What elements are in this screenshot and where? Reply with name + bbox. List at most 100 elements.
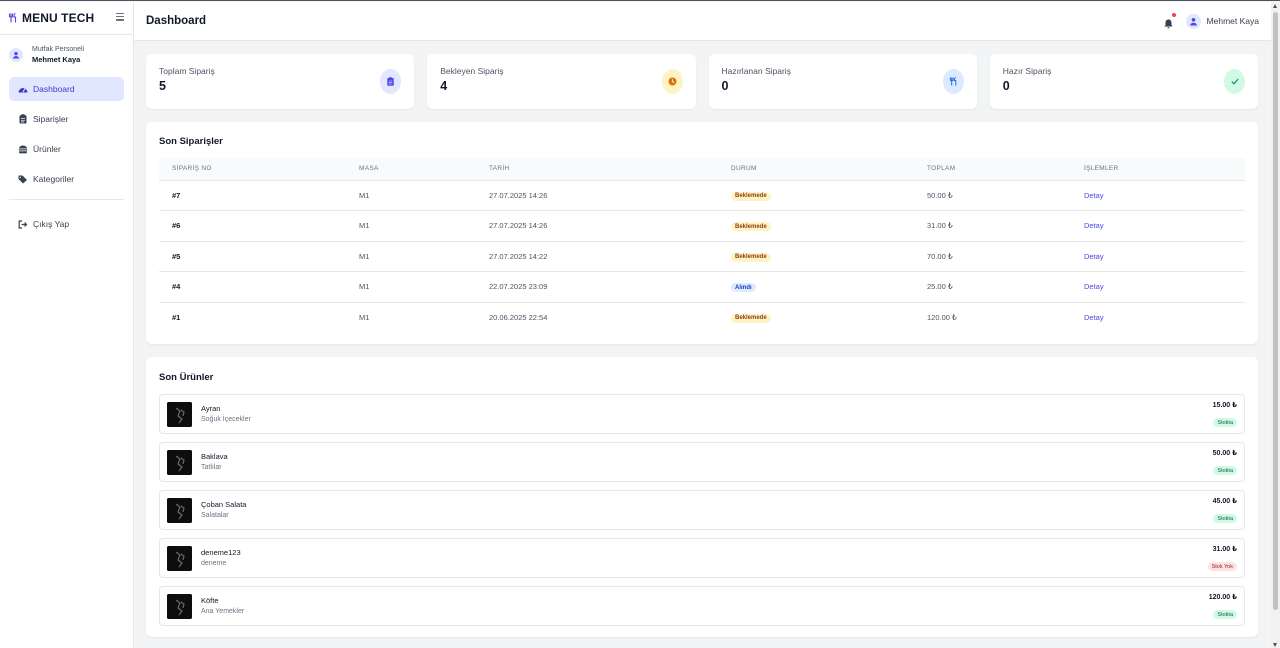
detail-link[interactable]: Detay — [1084, 252, 1104, 261]
product-category: deneme — [201, 560, 227, 567]
status-badge: Beklemede — [731, 222, 771, 231]
order-date: 20.06.2025 22:54 — [489, 313, 548, 322]
sidebar-item-products[interactable]: Ürünler — [9, 137, 124, 161]
order-no: #5 — [172, 251, 181, 261]
status-badge: Beklemede — [731, 313, 771, 323]
list-item[interactable]: Köfte Ana Yemekler 120.00 ₺ Stokta — [159, 586, 1245, 626]
check-icon — [1224, 69, 1245, 94]
list-item[interactable]: deneme123 deneme 31.00 ₺ Stok Yok — [159, 538, 1245, 578]
table-row: #6 M1 27.07.2025 14:26 Beklemede 31.00 ₺… — [159, 211, 1245, 241]
card-title: Son Ürünler — [159, 372, 214, 383]
order-table: M1 — [359, 282, 370, 292]
detail-link[interactable]: Detay — [1084, 221, 1104, 230]
header-avatar[interactable] — [1185, 13, 1201, 29]
stat-card-pending-orders: Bekleyen Sipariş 4 — [427, 54, 696, 109]
stat-card-total-orders: Toplam Sipariş 5 — [146, 54, 415, 109]
list-item[interactable]: Ayran Soğuk İçecekler 15.00 ₺ Stokta — [159, 394, 1245, 434]
notification-dot — [1171, 13, 1176, 17]
stat-value: 5 — [159, 79, 166, 93]
order-table: M1 — [359, 190, 370, 200]
order-no: #7 — [172, 190, 181, 200]
hamburger-menu-icon[interactable] — [116, 13, 124, 21]
order-no: #6 — [172, 221, 181, 231]
sidebar-item-orders[interactable]: Siparişler — [9, 107, 124, 131]
detail-link[interactable]: Detay — [1084, 191, 1104, 200]
stat-label: Hazır Sipariş — [1002, 66, 1052, 76]
sidebar-item-label: Dashboard — [33, 84, 75, 94]
product-name: Baklava — [201, 452, 228, 461]
status-badge: Alındı — [731, 283, 756, 292]
order-total: 70.00 ₺ — [927, 251, 953, 261]
scroll-thumb[interactable] — [1273, 12, 1278, 610]
page-title: Dashboard — [146, 15, 207, 27]
burger-icon — [17, 144, 28, 155]
product-image — [167, 401, 192, 427]
stat-label: Hazırlanan Sipariş — [721, 66, 791, 76]
product-name: Köfte — [201, 596, 219, 605]
product-image — [167, 593, 192, 619]
top-header: Dashboard Mehmet Kaya — [134, 2, 1271, 41]
sidebar-item-categories[interactable]: Kategoriler — [9, 167, 124, 191]
product-name: Çoban Salata — [201, 500, 247, 509]
order-table: M1 — [359, 221, 370, 231]
clock-icon — [661, 69, 683, 94]
column-header: SİPARİŞ NO — [159, 158, 346, 181]
sidebar-item-label: Ürünler — [33, 144, 61, 154]
recent-products-card: Son Ürünler Ayran Soğuk İçecekler 15.00 … — [146, 357, 1258, 637]
status-badge: Beklemede — [731, 191, 771, 201]
header-user-name[interactable]: Mehmet Kaya — [1207, 16, 1259, 26]
table-row: #7 M1 27.07.2025 14:26 Beklemede 50.00 ₺… — [159, 180, 1245, 211]
user-role: Mutfak Personeli — [32, 46, 85, 53]
logout-button[interactable]: Çıkış Yap — [9, 212, 124, 236]
sidebar-nav: Dashboard Siparişler Ürünler Kategoriler — [0, 75, 133, 236]
logout-label: Çıkış Yap — [33, 219, 70, 229]
list-item[interactable]: Çoban Salata Salatalar 45.00 ₺ Stokta — [159, 490, 1245, 530]
scroll-down-arrow-icon[interactable] — [1273, 643, 1277, 647]
detail-link[interactable]: Detay — [1084, 313, 1104, 322]
stat-card-preparing-orders: Hazırlanan Sipariş 0 — [708, 54, 977, 109]
table-row: #5 M1 27.07.2025 14:22 Beklemede 70.00 ₺… — [159, 241, 1245, 272]
stat-value: 0 — [721, 79, 729, 93]
order-total: 50.00 ₺ — [927, 190, 953, 200]
sidebar-item-dashboard[interactable]: Dashboard — [9, 77, 124, 101]
recent-orders-card: Son Siparişler SİPARİŞ NO MASA TARİH DUR… — [146, 122, 1258, 344]
order-date: 22.07.2025 23:09 — [489, 282, 548, 292]
page-scrollbar[interactable] — [1271, 2, 1280, 648]
product-price: 31.00 ₺ — [1212, 545, 1237, 553]
sidebar-item-label: Siparişler — [33, 114, 69, 124]
table-row: #4 M1 22.07.2025 23:09 Alındı 25.00 ₺ De… — [159, 272, 1245, 302]
stat-label: Toplam Sipariş — [159, 66, 215, 76]
stat-value: 0 — [1002, 79, 1010, 93]
stock-badge: Stokta — [1213, 610, 1237, 619]
order-table: M1 — [359, 313, 370, 322]
utensils-icon — [942, 69, 964, 94]
brand: MENU TECH — [0, 2, 133, 35]
order-no: #1 — [172, 313, 181, 322]
order-date: 27.07.2025 14:22 — [489, 251, 548, 261]
user-circle-icon — [9, 48, 23, 62]
scroll-up-arrow-icon[interactable] — [1273, 4, 1277, 8]
product-price: 120.00 ₺ — [1208, 593, 1237, 601]
product-category: Salatalar — [201, 512, 229, 519]
detail-link[interactable]: Detay — [1084, 282, 1104, 291]
product-name: Ayran — [201, 404, 221, 413]
bell-icon[interactable] — [1164, 13, 1176, 29]
brand-title: MENU TECH — [22, 11, 95, 25]
list-item[interactable]: Baklava Tatlılar 50.00 ₺ Stokta — [159, 442, 1245, 482]
order-total: 120.00 ₺ — [927, 313, 957, 322]
stock-badge: Stok Yok — [1207, 562, 1237, 571]
product-name: deneme123 — [201, 548, 241, 557]
tags-icon — [17, 174, 28, 185]
sign-out-icon — [17, 219, 28, 230]
order-date: 27.07.2025 14:26 — [489, 190, 548, 200]
card-title: Son Siparişler — [159, 136, 223, 147]
column-header: TOPLAM — [914, 158, 1071, 181]
stat-label: Bekleyen Sipariş — [440, 66, 504, 76]
stats-row: Toplam Sipariş 5 Bekleyen Sipariş 4 Hazı… — [146, 54, 1258, 109]
order-table: M1 — [359, 251, 370, 261]
column-header: TARİH — [476, 158, 718, 181]
product-image — [167, 449, 192, 475]
status-badge: Beklemede — [731, 252, 771, 262]
order-total: 31.00 ₺ — [927, 221, 953, 231]
product-image — [167, 545, 192, 571]
